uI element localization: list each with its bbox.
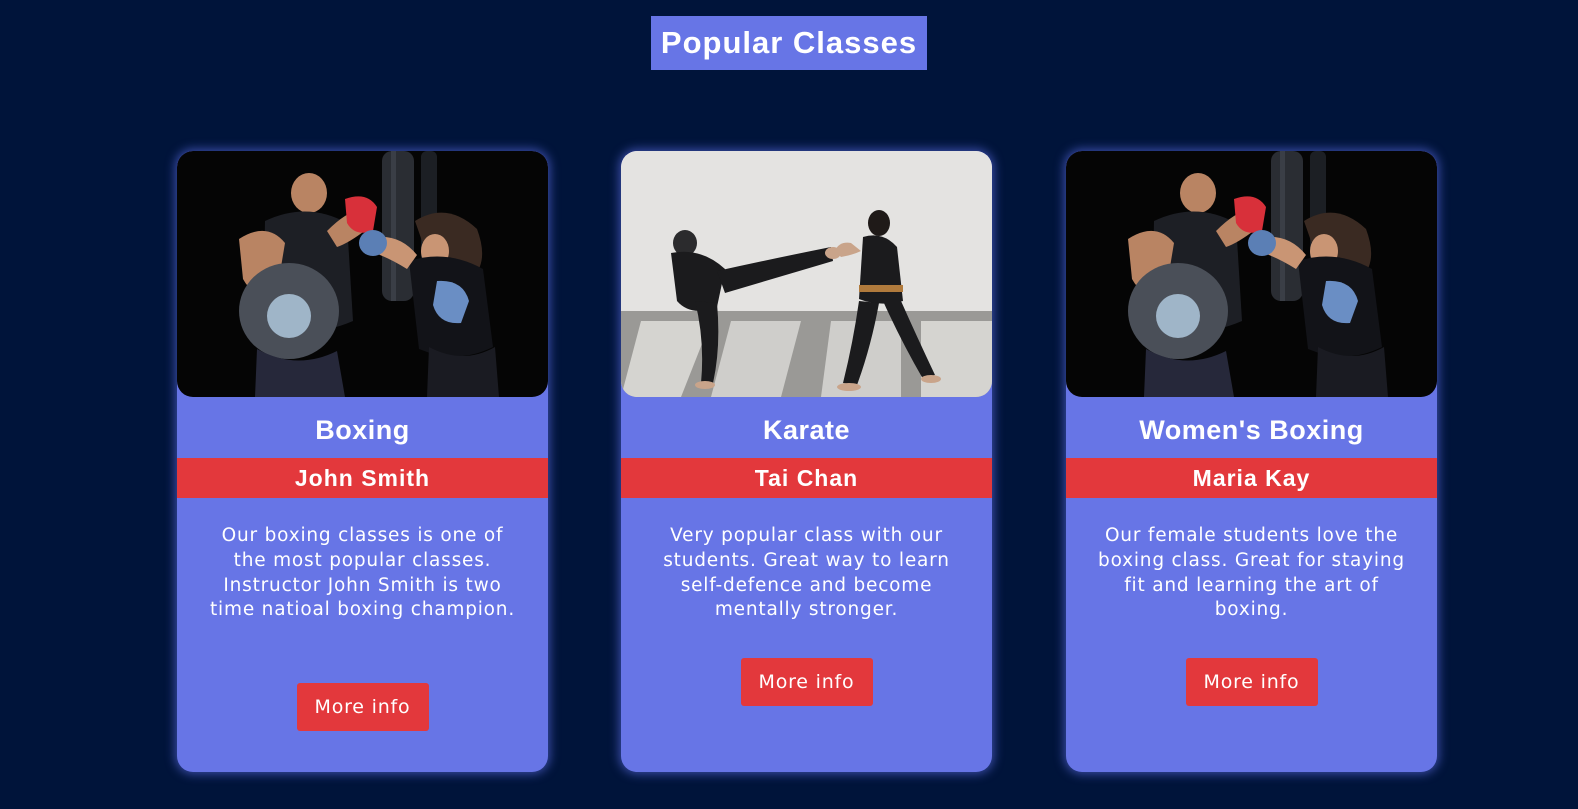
more-info-button[interactable]: More info (296, 683, 429, 731)
instructor-name: John Smith (177, 458, 548, 498)
page-title: Popular Classes (650, 16, 928, 70)
more-info-button[interactable]: More info (1185, 658, 1318, 706)
class-card-karate: Karate Tai Chan Very popular class with … (621, 151, 992, 772)
button-wrap: More info (621, 658, 992, 706)
boxing-training-photo (1066, 151, 1437, 397)
class-name: Women's Boxing (1139, 415, 1364, 445)
class-description: Our boxing classes is one of the most po… (210, 525, 515, 621)
more-info-button[interactable]: More info (740, 658, 873, 706)
class-name: Boxing (315, 415, 410, 445)
page-header: Popular Classes (0, 16, 1578, 70)
karate-kick-photo (621, 151, 992, 397)
instructor-name: Maria Kay (1066, 458, 1437, 498)
class-card-womens-boxing: Women's Boxing Maria Kay Our female stud… (1066, 151, 1437, 772)
class-name: Karate (762, 415, 851, 445)
class-description: Very popular class with our students. Gr… (663, 525, 950, 621)
class-card-boxing: Boxing John Smith Our boxing classes is … (177, 151, 548, 772)
class-description: Our female students love the boxing clas… (1098, 525, 1405, 621)
class-photo (1066, 151, 1437, 397)
instructor-name: Tai Chan (621, 458, 992, 498)
boxing-training-photo (177, 151, 548, 397)
class-photo (177, 151, 548, 397)
button-wrap: More info (177, 683, 548, 731)
button-wrap: More info (1066, 658, 1437, 706)
class-photo (621, 151, 992, 397)
